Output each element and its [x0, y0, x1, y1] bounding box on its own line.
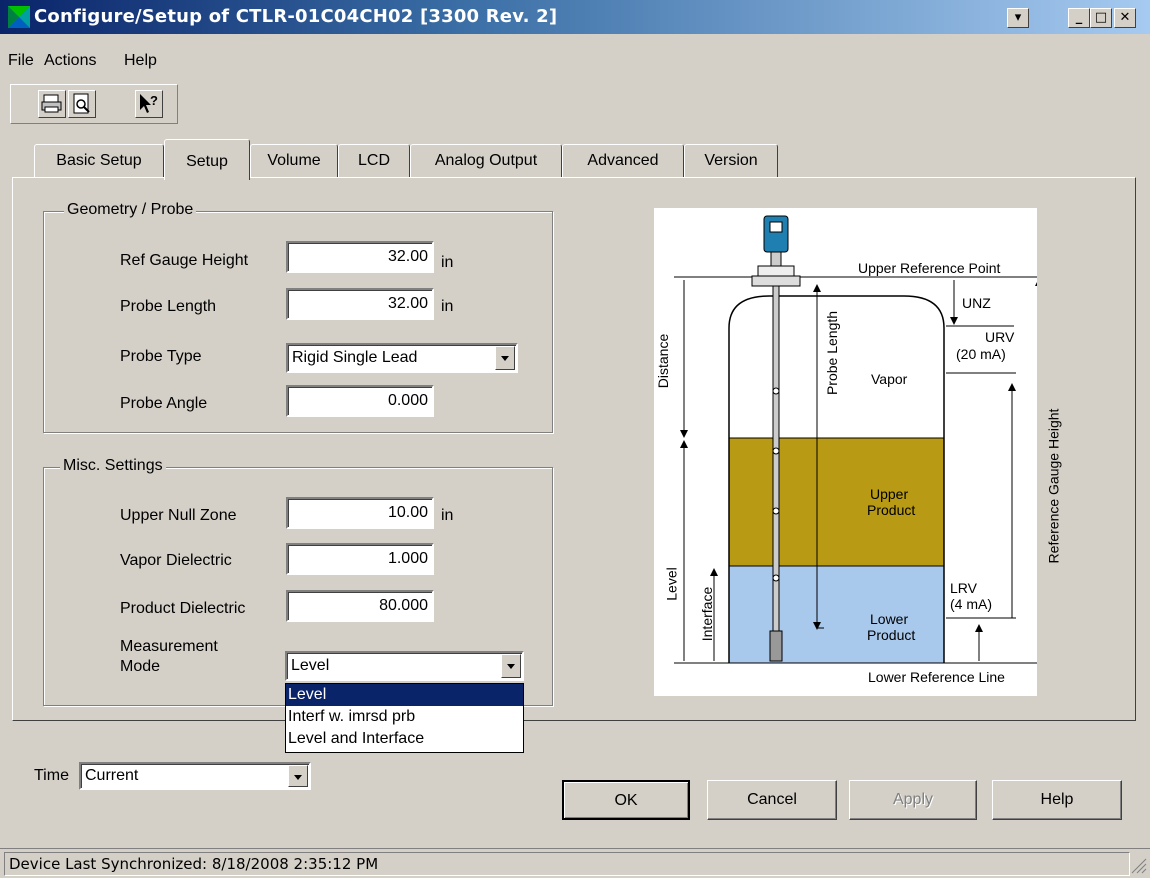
resize-grip-icon[interactable]	[1128, 855, 1148, 875]
ok-button[interactable]: OK	[562, 780, 690, 820]
tab-analog-output[interactable]: Analog Output	[410, 144, 562, 178]
minimize-button[interactable]: _	[1068, 8, 1090, 28]
system-menu-button[interactable]: ▾	[1007, 8, 1029, 28]
diagram-interface: Interface	[699, 586, 716, 642]
diagram-probe-length: Probe Length	[824, 310, 841, 396]
toolbar: ?	[10, 84, 178, 124]
diagram-upper-product-line2: Product	[867, 502, 916, 518]
probe-length-field[interactable]: 32.00	[286, 288, 434, 320]
diagram-unz: UNZ	[962, 295, 991, 311]
vapor-dielectric-field[interactable]: 1.000	[286, 543, 434, 575]
window-title: Configure/Setup of CTLR-01C04CH02 [3300 …	[34, 6, 558, 27]
chevron-down-icon[interactable]	[288, 765, 308, 787]
ref-gauge-height-field[interactable]: 32.00	[286, 241, 434, 273]
tab-lcd[interactable]: LCD	[338, 144, 410, 178]
menu-file[interactable]: File	[8, 52, 34, 70]
diagram-lrv: LRV	[950, 580, 977, 596]
probe-angle-field[interactable]: 0.000	[286, 385, 434, 417]
probe-length-unit: in	[441, 298, 454, 315]
geometry-probe-title: Geometry / Probe	[64, 201, 197, 219]
print-preview-icon	[73, 93, 90, 114]
tank-diagram: Upper Reference Point UNZ URV (20 mA) Di…	[654, 208, 1061, 696]
ref-gauge-height-label: Ref Gauge Height	[120, 252, 249, 269]
probe-type-label: Probe Type	[120, 348, 202, 365]
diagram-lrv-ma: (4 mA)	[950, 596, 992, 612]
measurement-mode-label-line1: Measurement	[120, 638, 218, 655]
menu-actions[interactable]: Actions	[44, 52, 96, 70]
app-logo-icon	[8, 6, 30, 28]
probe-length-label: Probe Length	[120, 298, 217, 315]
diagram-distance: Distance	[655, 333, 672, 389]
tab-basic-setup[interactable]: Basic Setup	[34, 144, 164, 178]
chevron-down-icon[interactable]	[501, 654, 521, 678]
transmitter-icon	[763, 215, 789, 253]
diagram-lower-product-line1: Lower	[870, 611, 909, 627]
time-value: Current	[85, 767, 139, 784]
ref-gauge-height-unit: in	[441, 254, 454, 271]
probe-angle-label: Probe Angle	[120, 395, 208, 412]
context-help-button[interactable]: ?	[135, 90, 163, 118]
lower-product-fill	[729, 566, 944, 663]
print-preview-button[interactable]	[68, 90, 96, 118]
upper-null-zone-unit: in	[441, 507, 454, 524]
upper-null-zone-label: Upper Null Zone	[120, 507, 237, 524]
menu-help[interactable]: Help	[124, 52, 157, 70]
upper-null-zone-field[interactable]: 10.00	[286, 497, 434, 529]
help-button[interactable]: Help	[992, 780, 1122, 820]
measurement-mode-dropdown: Level Interf w. imrsd prb Level and Inte…	[285, 683, 524, 753]
dropdown-option-level[interactable]: Level	[286, 684, 523, 706]
diagram-upper-product-line1: Upper	[870, 486, 909, 502]
diagram-vapor: Vapor	[871, 371, 908, 387]
tab-volume[interactable]: Volume	[250, 144, 338, 178]
time-label: Time	[34, 767, 69, 784]
misc-settings-title: Misc. Settings	[60, 457, 166, 475]
tab-version[interactable]: Version	[684, 144, 778, 178]
probe-type-select[interactable]: Rigid Single Lead	[286, 343, 518, 373]
cancel-button[interactable]: Cancel	[707, 780, 837, 820]
diagram-reference-gauge-height: Reference Gauge Height	[1045, 408, 1062, 564]
tab-setup[interactable]: Setup	[164, 139, 250, 180]
apply-button[interactable]: Apply	[849, 780, 977, 820]
dropdown-option-level-and-interface[interactable]: Level and Interface	[286, 728, 523, 750]
time-select[interactable]: Current	[79, 762, 311, 790]
measurement-mode-select[interactable]: Level	[285, 651, 524, 681]
diagram-urv-ma: (20 mA)	[956, 346, 1006, 362]
status-text: Device Last Synchronized: 8/18/2008 2:35…	[4, 852, 1130, 876]
probe-type-value: Rigid Single Lead	[292, 349, 418, 366]
dropdown-option-interf-imrsd-prb[interactable]: Interf w. imrsd prb	[286, 706, 523, 728]
measurement-mode-value: Level	[291, 657, 330, 674]
diagram-level: Level	[663, 567, 680, 601]
diagram-lower-reference-line: Lower Reference Line	[868, 669, 1005, 685]
printer-icon	[41, 94, 62, 113]
print-button[interactable]	[38, 90, 66, 118]
vapor-dielectric-label: Vapor Dielectric	[120, 552, 232, 569]
product-dielectric-label: Product Dielectric	[120, 600, 246, 617]
diagram-upper-reference-point: Upper Reference Point	[858, 260, 1001, 276]
measurement-mode-label-line2: Mode	[120, 658, 161, 675]
product-dielectric-field[interactable]: 80.000	[286, 590, 434, 622]
chevron-down-icon[interactable]	[495, 346, 515, 370]
diagram-lower-product-line2: Product	[867, 627, 916, 643]
close-button[interactable]: ✕	[1114, 8, 1136, 28]
diagram-urv: URV	[985, 329, 1015, 345]
maximize-button[interactable]: □	[1090, 8, 1112, 28]
context-help-icon: ?	[140, 93, 158, 113]
svg-text:?: ?	[150, 93, 158, 108]
tab-advanced[interactable]: Advanced	[562, 144, 684, 178]
